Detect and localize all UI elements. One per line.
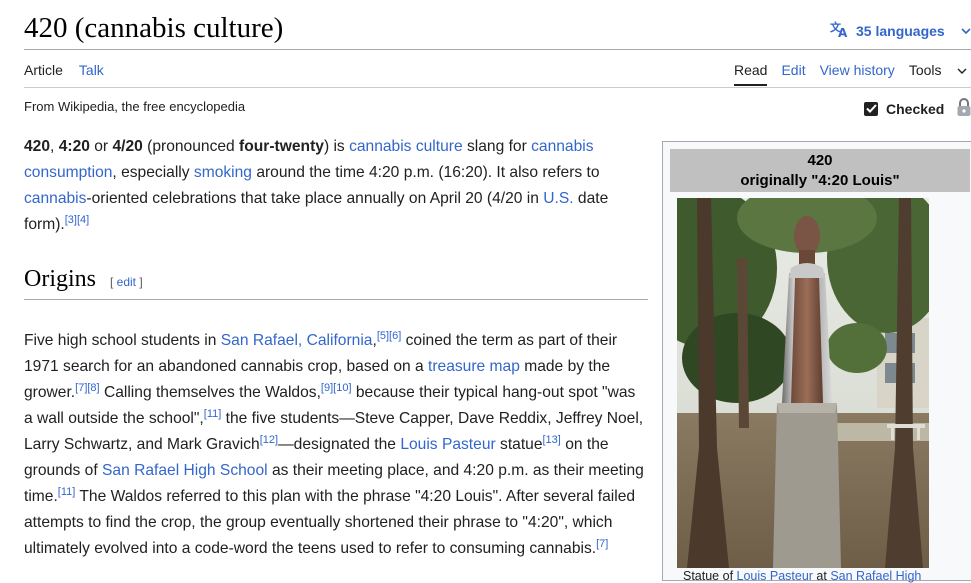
text: —designated the: [278, 435, 401, 453]
lock-icon: [956, 97, 971, 120]
reference-12[interactable]: [12]: [260, 433, 278, 445]
languages-button[interactable]: 文 A 35 languages: [830, 20, 971, 41]
text: -oriented celebrations that take place a…: [86, 190, 544, 207]
text: statue: [495, 435, 543, 453]
text: slang for: [462, 138, 532, 155]
bracket: ]: [136, 275, 143, 289]
lead-paragraph: 420, 4:20 or 4/20 (pronounced four-twent…: [24, 134, 648, 238]
bold-term: 4:20: [58, 138, 90, 155]
reference-13[interactable]: [13]: [543, 433, 561, 445]
text: , especially: [112, 164, 194, 181]
tab-edit[interactable]: Edit: [781, 62, 805, 86]
checkbox-icon: [864, 101, 878, 116]
bracket: [: [110, 275, 117, 289]
link-cannabis[interactable]: cannabis: [24, 190, 86, 207]
bold-term: 4/20: [112, 138, 143, 155]
tab-talk[interactable]: Talk: [79, 62, 104, 86]
link-smoking[interactable]: smoking: [194, 164, 252, 181]
reference-7[interactable]: [7]: [596, 537, 608, 549]
infobox-header: 420 originally "4:20 Louis": [670, 149, 970, 192]
bold-term: four-twenty: [239, 138, 324, 155]
namespace-tabs: Article Talk: [24, 62, 104, 86]
infobox: 420 originally "4:20 Louis" Statue of Lo…: [637, 141, 971, 583]
page-title: 420 (cannabis culture): [24, 12, 284, 44]
reference-9[interactable]: [9]: [321, 381, 333, 393]
section-title: Origins: [24, 266, 96, 292]
link-louis-pasteur[interactable]: Louis Pasteur: [400, 436, 495, 453]
reference-4[interactable]: [4]: [77, 214, 89, 226]
link-us[interactable]: U.S.: [543, 190, 573, 207]
text: The Waldos referred to this plan with th…: [24, 487, 636, 557]
link-cannabis-culture[interactable]: cannabis culture: [349, 138, 463, 155]
bold-term: 420: [24, 138, 51, 155]
chevron-down-icon: [961, 24, 971, 38]
tab-article[interactable]: Article: [24, 62, 63, 86]
reference-5[interactable]: [5]: [377, 329, 389, 341]
tab-view-history[interactable]: View history: [820, 62, 895, 86]
reference-11[interactable]: [11]: [204, 407, 222, 419]
tagline: From Wikipedia, the free encyclopedia: [24, 99, 246, 114]
section-heading-origins: Origins [ edit ]: [24, 266, 648, 300]
link-san-rafael[interactable]: San Rafael, California: [221, 332, 373, 349]
reference-8[interactable]: [8]: [87, 381, 99, 393]
reference-6[interactable]: [6]: [389, 329, 401, 341]
link-san-rafael-high-school[interactable]: San Rafael High School: [102, 462, 268, 479]
text: Five high school students in: [24, 331, 221, 349]
reference-10[interactable]: [10]: [333, 381, 351, 393]
checked-indicator[interactable]: Checked: [864, 97, 971, 120]
chevron-down-icon: [957, 66, 967, 78]
tabs-divider: [24, 87, 971, 88]
edit-section-link[interactable]: edit: [117, 275, 136, 289]
infobox-subtitle: originally "4:20 Louis": [740, 172, 900, 189]
statue-image[interactable]: [637, 183, 947, 568]
text: ) is: [323, 138, 350, 155]
svg-text:A: A: [838, 26, 848, 38]
reference-11[interactable]: [11]: [58, 485, 76, 497]
checked-label: Checked: [886, 100, 945, 117]
view-tabs: Read Edit View history Tools: [734, 62, 967, 86]
infobox-title: 420: [807, 152, 833, 169]
languages-label: 35 languages: [856, 22, 945, 39]
tools-label: Tools: [908, 62, 942, 78]
text: Calling themselves the Waldos,: [99, 383, 321, 401]
text: around the time 4:20 p.m. (16:20). It al…: [251, 164, 600, 181]
text: ,: [50, 138, 59, 155]
text: or: [89, 138, 113, 155]
tab-tools[interactable]: Tools: [909, 62, 968, 86]
section-edit: [ edit ]: [110, 275, 143, 289]
reference-3[interactable]: [3]: [65, 214, 77, 226]
link-treasure-map[interactable]: treasure map: [428, 358, 520, 375]
reference-7[interactable]: [7]: [75, 381, 87, 393]
translate-icon: 文 A: [830, 20, 850, 41]
text: (pronounced: [142, 138, 240, 155]
title-divider: [24, 49, 971, 50]
origins-paragraph: Five high school students in San Rafael,…: [24, 312, 648, 577]
tab-read[interactable]: Read: [734, 62, 768, 86]
